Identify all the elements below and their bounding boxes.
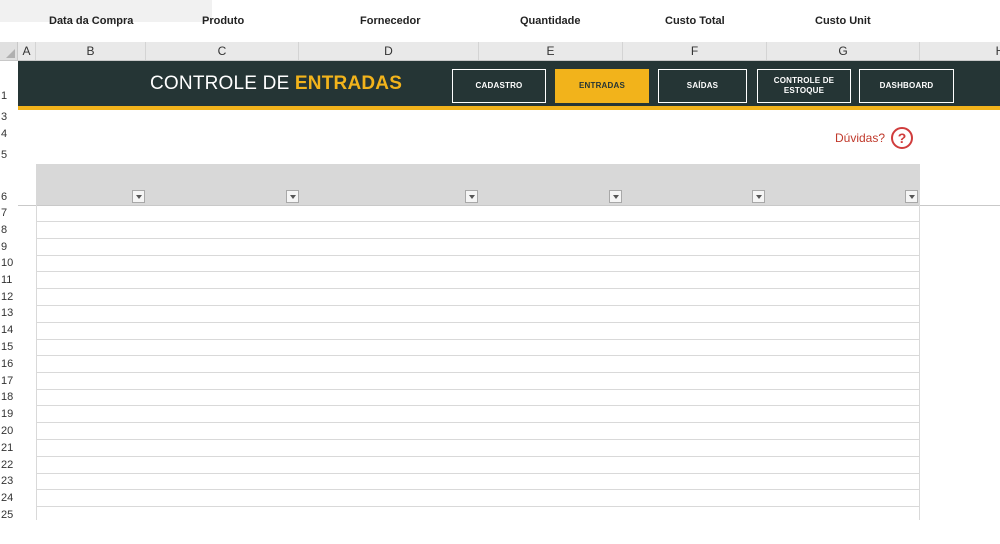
table-header-cell: Custo Total	[623, 0, 767, 41]
row-header-15[interactable]: 15	[0, 341, 18, 353]
row-header-13[interactable]: 13	[0, 307, 18, 319]
page-title: CONTROLE DE ENTRADAS	[150, 73, 402, 95]
page-title-accent: ENTRADAS	[294, 73, 403, 94]
row-header-11[interactable]: 11	[0, 274, 18, 286]
header-fornecedor: Fornecedor	[360, 15, 421, 27]
table-header-cell: Custo Unit	[767, 0, 920, 41]
header-data-compra: Data da Compra	[49, 15, 134, 27]
filter-dropdown-icon[interactable]	[465, 190, 478, 203]
nav-button-cadastro[interactable]: CADASTRO	[452, 69, 546, 103]
nav-button-controle-estoque[interactable]: CONTROLE DE ESTOQUE	[757, 69, 851, 103]
table-row	[36, 489, 920, 490]
table-header-cell: Quantidade	[479, 0, 623, 41]
table-row	[36, 238, 920, 239]
table-left-border	[36, 205, 37, 520]
filter-dropdown-icon[interactable]	[752, 190, 765, 203]
row-header-7[interactable]: 7	[0, 207, 18, 219]
header-produto: Produto	[202, 15, 245, 27]
table-row	[36, 389, 920, 390]
row-header-8[interactable]: 8	[0, 224, 18, 236]
table-row	[36, 322, 920, 323]
table-row	[36, 255, 920, 256]
row-header-17[interactable]: 17	[0, 375, 18, 387]
row-header-14[interactable]: 14	[0, 324, 18, 336]
row-header-10[interactable]: 10	[0, 257, 18, 269]
filter-dropdown-icon[interactable]	[905, 190, 918, 203]
row-header-4[interactable]: 4	[0, 128, 18, 140]
table-row	[36, 439, 920, 440]
table-row	[36, 305, 920, 306]
row-header-16[interactable]: 16	[0, 358, 18, 370]
table-row	[36, 271, 920, 272]
table-right-border	[919, 205, 920, 520]
table-header-bottom-border	[18, 205, 1000, 206]
row-header-20[interactable]: 20	[0, 425, 18, 437]
table-header-cell: Data da Compra	[36, 0, 146, 41]
header-quantidade: Quantidade	[520, 15, 581, 27]
row-header-21[interactable]: 21	[0, 442, 18, 454]
column-header-h[interactable]: H	[920, 42, 1000, 60]
page-title-prefix: CONTROLE DE	[150, 73, 295, 94]
column-header-a[interactable]: A	[18, 42, 36, 60]
column-header-f[interactable]: F	[623, 42, 767, 60]
help-question-icon[interactable]: ?	[891, 127, 913, 149]
nav-button-dashboard[interactable]: DASHBOARD	[859, 69, 954, 103]
banner-accent-stripe	[18, 106, 1000, 110]
table-row	[36, 405, 920, 406]
row-header-22[interactable]: 22	[0, 459, 18, 471]
header-custo-total: Custo Total	[665, 15, 725, 27]
table-row	[36, 339, 920, 340]
filter-dropdown-icon[interactable]	[609, 190, 622, 203]
column-header-c[interactable]: C	[146, 42, 299, 60]
table-header-cell: Fornecedor	[299, 0, 479, 41]
table-row	[36, 288, 920, 289]
column-header-bar: A B C D E F G H	[0, 42, 1000, 61]
table-row	[36, 506, 920, 507]
filter-dropdown-icon[interactable]	[132, 190, 145, 203]
nav-button-saidas[interactable]: SAÍDAS	[658, 69, 747, 103]
column-header-b[interactable]: B	[36, 42, 146, 60]
row-header-18[interactable]: 18	[0, 391, 18, 403]
table-row	[36, 456, 920, 457]
column-header-d[interactable]: D	[299, 42, 479, 60]
row-header-9[interactable]: 9	[0, 241, 18, 253]
table-row	[36, 355, 920, 356]
select-all-button[interactable]	[0, 42, 18, 60]
table-row	[36, 422, 920, 423]
row-header-19[interactable]: 19	[0, 408, 18, 420]
table-row	[36, 473, 920, 474]
column-header-g[interactable]: G	[767, 42, 920, 60]
row-header-23[interactable]: 23	[0, 475, 18, 487]
help-label[interactable]: Dúvidas?	[835, 131, 885, 145]
row-header-3[interactable]: 3	[0, 111, 18, 123]
row-header-25[interactable]: 25	[0, 509, 18, 521]
table-row	[36, 221, 920, 222]
row-header-1[interactable]: 1	[0, 90, 18, 102]
table-header	[36, 164, 920, 205]
table-header-cell: Produto	[146, 0, 299, 41]
row-header-5[interactable]: 5	[0, 149, 18, 161]
table-row	[36, 372, 920, 373]
filter-dropdown-icon[interactable]	[286, 190, 299, 203]
row-header-12[interactable]: 12	[0, 291, 18, 303]
header-custo-unit: Custo Unit	[815, 15, 871, 27]
nav-button-entradas[interactable]: ENTRADAS	[555, 69, 649, 103]
row-header-6[interactable]: 6	[0, 191, 18, 203]
column-header-e[interactable]: E	[479, 42, 623, 60]
row-header-24[interactable]: 24	[0, 492, 18, 504]
